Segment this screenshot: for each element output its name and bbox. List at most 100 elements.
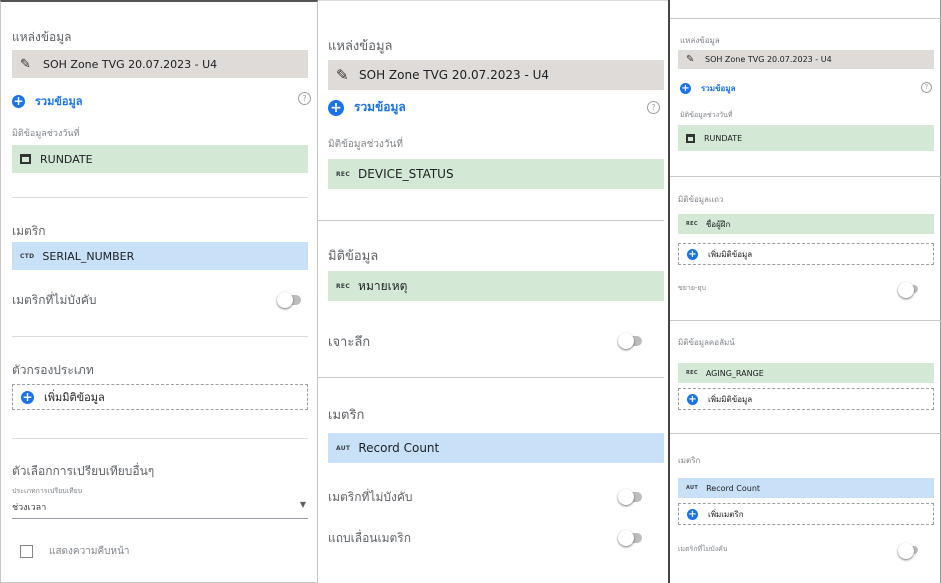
comparison-type-select[interactable]: ช่วงเวลา ▼ <box>12 498 308 519</box>
show-progress-checkbox[interactable] <box>20 545 33 558</box>
blend-data-label: รวมข้อมูล <box>701 84 736 93</box>
divider <box>670 176 941 177</box>
dropdown-arrow-icon: ▼ <box>299 500 306 509</box>
chart-setup-panel-3: แหล่งข้อมูล ✎ SOH Zone TVG 20.07.2023 - … <box>668 0 941 583</box>
dimension-chip[interactable]: REC หมายเหตุ <box>328 271 664 301</box>
pencil-icon[interactable]: ✎ <box>336 66 350 84</box>
data-source-title: แหล่งข้อมูล <box>328 39 393 54</box>
add-circle-icon: + <box>687 393 698 405</box>
metric-type-tag: AUT <box>336 444 351 452</box>
comparison-options-title: ตัวเลือกการเปรียบเทียบอื่นๆ <box>12 464 155 478</box>
metric-value: Record Count <box>706 483 761 493</box>
metric-chip[interactable]: CTD SERIAL_NUMBER <box>12 242 308 270</box>
optional-metrics-label: เมตริกที่ไม่บังคับ <box>12 293 97 307</box>
dimension-title: มิติข้อมูล <box>328 249 379 264</box>
dimension-value: หมายเหตุ <box>358 278 408 293</box>
add-dimension-label: เพิ่มมิติข้อมูล <box>44 391 105 404</box>
metric-title: เมตริก <box>12 224 46 238</box>
metric-title: เมตริก <box>678 456 701 465</box>
date-range-dimension-value: DEVICE_STATUS <box>358 167 454 181</box>
expand-collapse-toggle[interactable] <box>898 282 918 298</box>
dimension-type-tag: REC <box>686 221 698 227</box>
metric-slider-toggle[interactable] <box>618 530 642 546</box>
blend-data-button[interactable]: + รวมข้อมูล <box>328 98 406 117</box>
column-dimension-chip[interactable]: REC AGING_RANGE <box>678 363 934 383</box>
add-dimension-label: เพิ่มมิติข้อมูล <box>708 249 753 259</box>
add-column-dimension-button[interactable]: + เพิ่มมิติข้อมูล <box>678 388 934 410</box>
divider <box>318 220 664 221</box>
date-range-dimension-value: RUNDATE <box>40 152 93 166</box>
chart-setup-panel-2: แหล่งข้อมูล ✎ SOH Zone TVG 20.07.2023 - … <box>318 0 668 583</box>
metric-value: SERIAL_NUMBER <box>42 249 135 263</box>
help-icon[interactable]: ? <box>298 92 311 105</box>
data-source-field[interactable]: ✎ SOH Zone TVG 20.07.2023 - U4 <box>12 50 308 78</box>
dimension-type-tag: REC <box>336 282 351 290</box>
comparison-type-value: ช่วงเวลา <box>12 503 47 513</box>
data-source-field[interactable]: ✎ SOH Zone TVG 20.07.2023 - U4 <box>328 60 664 90</box>
metric-chip[interactable]: AUT Record Count <box>678 478 934 498</box>
add-metric-button[interactable]: + เพิ่มเมตริก <box>678 503 934 525</box>
data-source-name: SOH Zone TVG 20.07.2023 - U4 <box>705 55 832 64</box>
divider <box>12 438 308 439</box>
blend-data-label: รวมข้อมูล <box>354 100 406 114</box>
add-circle-icon: + <box>680 83 691 94</box>
column-dimension-value: AGING_RANGE <box>705 368 764 378</box>
divider <box>318 377 664 378</box>
pencil-icon[interactable]: ✎ <box>686 54 696 65</box>
optional-metrics-label: เมตริกที่ไม่บังคับ <box>678 545 728 553</box>
add-dimension-label: เพิ่มมิติข้อมูล <box>708 394 753 404</box>
date-range-dimension-chip[interactable]: RUNDATE <box>678 125 934 151</box>
add-circle-icon: + <box>21 389 34 404</box>
row-dimension-title: มิติข้อมูลแถว <box>678 195 724 204</box>
blend-data-button[interactable]: + รวมข้อมูล <box>680 82 736 95</box>
date-range-dimension-chip[interactable]: RUNDATE <box>12 145 308 173</box>
metric-type-tag: AUT <box>686 485 699 491</box>
help-icon[interactable]: ? <box>647 101 660 114</box>
divider <box>670 320 941 321</box>
date-range-dimension-chip[interactable]: REC DEVICE_STATUS <box>328 159 664 189</box>
optional-metrics-toggle[interactable] <box>898 543 918 559</box>
row-dimension-value: ชื่อผู้ฝึก <box>705 219 731 229</box>
add-dimension-button[interactable]: + เพิ่มมิติข้อมูล <box>12 384 308 410</box>
data-source-title: แหล่งข้อมูล <box>680 36 720 45</box>
metric-title: เมตริก <box>328 408 365 423</box>
add-metric-label: เพิ่มเมตริก <box>708 509 744 519</box>
date-range-dimension-title: มิติข้อมูลช่วงวันที่ <box>328 139 403 150</box>
divider <box>670 433 941 434</box>
drilldown-label: เจาะลึก <box>328 335 371 350</box>
blend-data-label: รวมข้อมูล <box>35 95 83 108</box>
optional-metrics-toggle[interactable] <box>618 489 642 505</box>
add-circle-icon: + <box>328 99 344 116</box>
add-circle-icon: + <box>687 508 698 520</box>
date-range-dimension-value: RUNDATE <box>704 133 743 143</box>
chart-setup-panel-1: แหล่งข้อมูล ✎ SOH Zone TVG 20.07.2023 - … <box>0 0 318 583</box>
calendar-icon <box>686 133 695 143</box>
add-row-dimension-button[interactable]: + เพิ่มมิติข้อมูล <box>678 243 934 265</box>
help-icon[interactable]: ? <box>921 82 932 93</box>
dimension-type-tag: REC <box>336 170 351 178</box>
add-circle-icon: + <box>687 248 698 260</box>
expand-collapse-label: ขยาย-ยุบ <box>678 284 706 292</box>
dimension-type-tag: REC <box>686 370 698 376</box>
metric-type-tag: CTD <box>20 252 35 260</box>
blend-data-button[interactable]: + รวมข้อมูล <box>12 92 82 110</box>
add-circle-icon: + <box>12 93 25 108</box>
pencil-icon[interactable]: ✎ <box>20 57 34 72</box>
calendar-icon <box>20 154 31 164</box>
data-source-name: SOH Zone TVG 20.07.2023 - U4 <box>359 68 550 82</box>
divider <box>12 197 308 198</box>
optional-metrics-label: เมตริกที่ไม่บังคับ <box>328 490 413 504</box>
show-progress-label: แสดงความคืบหน้า <box>49 546 130 557</box>
divider <box>670 18 941 19</box>
divider <box>12 336 308 337</box>
date-range-dimension-title: มิติข้อมูลช่วงวันที่ <box>12 129 80 139</box>
date-range-dimension-title: มิติข้อมูลช่วงวันที่ <box>680 111 733 119</box>
comparison-type-label: ประเภทการเปรียบเทียบ <box>12 487 83 495</box>
drilldown-toggle[interactable] <box>618 333 642 349</box>
metric-chip[interactable]: AUT Record Count <box>328 433 664 463</box>
metric-value: Record Count <box>358 441 440 455</box>
data-source-field[interactable]: ✎ SOH Zone TVG 20.07.2023 - U4 <box>678 50 934 69</box>
optional-metrics-toggle[interactable] <box>277 292 301 308</box>
data-source-title: แหล่งข้อมูล <box>12 30 72 44</box>
row-dimension-chip[interactable]: REC ชื่อผู้ฝึก <box>678 214 934 234</box>
